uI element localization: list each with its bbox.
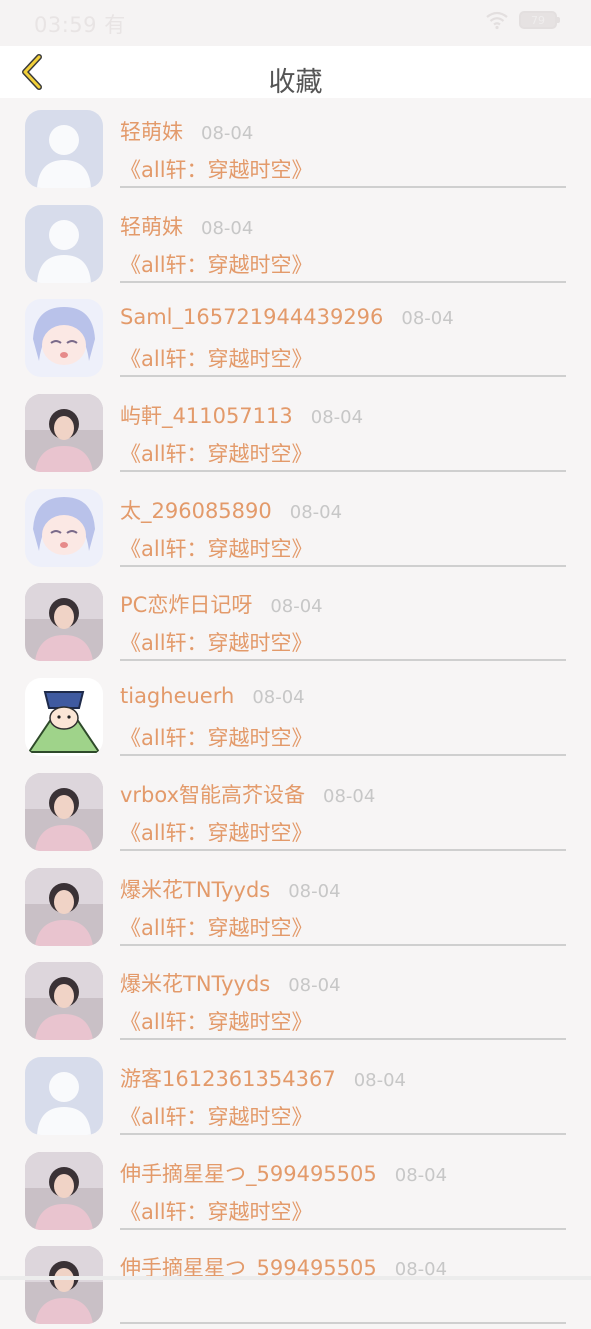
favorite-item[interactable]: vrbox智能高芥设备 08-04 《all轩：穿越时空》 bbox=[0, 761, 591, 856]
item-header: PC恋炸日记呀 08-04 bbox=[120, 589, 323, 619]
user-avatar[interactable] bbox=[25, 488, 103, 567]
book-title[interactable]: 《all轩：穿越时空》 bbox=[120, 533, 313, 563]
book-title[interactable]: 《all轩：穿越时空》 bbox=[120, 154, 313, 184]
status-time-text: 03:59 bbox=[34, 13, 98, 37]
item-header: vrbox智能高芥设备 08-04 bbox=[120, 779, 375, 809]
favorite-item[interactable]: 太_296085890 08-04 《all轩：穿越时空》 bbox=[0, 477, 591, 572]
favorite-date: 08-04 bbox=[323, 785, 376, 807]
favorites-list: 轻萌妹 08-04 《all轩：穿越时空》 轻萌妹 08-04 《all轩：穿越时空》 Sa… bbox=[0, 98, 591, 1329]
user-name[interactable]: 伸手摘星星つ_599495505 bbox=[120, 1158, 377, 1188]
item-divider bbox=[120, 754, 566, 757]
user-avatar[interactable] bbox=[25, 583, 103, 662]
status-time-suffix: 有 bbox=[104, 13, 126, 37]
user-avatar[interactable] bbox=[25, 1151, 103, 1230]
item-divider bbox=[120, 659, 566, 662]
favorite-date: 08-04 bbox=[394, 1164, 448, 1186]
book-title[interactable]: 《all轩：穿越时空》 bbox=[120, 249, 313, 279]
favorite-date: 08-04 bbox=[288, 975, 341, 997]
user-name[interactable]: PC恋炸日记呀 bbox=[120, 589, 252, 619]
favorite-item[interactable]: 爆米花TNTyyds 08-04 《all轩：穿越时空》 bbox=[0, 856, 591, 951]
user-avatar[interactable] bbox=[25, 867, 103, 946]
favorite-date: 08-04 bbox=[270, 596, 323, 618]
user-name[interactable]: 游客1612361354367 bbox=[120, 1063, 336, 1093]
favorite-date: 08-04 bbox=[288, 880, 341, 902]
book-title[interactable]: 《all轩：穿越时空》 bbox=[120, 1101, 313, 1131]
item-divider bbox=[120, 1038, 566, 1041]
user-avatar[interactable] bbox=[25, 299, 103, 378]
item-divider bbox=[120, 375, 566, 378]
item-divider bbox=[120, 470, 566, 473]
user-avatar[interactable] bbox=[25, 204, 103, 283]
favorite-item[interactable]: 伸手摘星星つ_599495505 08-04 bbox=[0, 1234, 591, 1329]
header-bar: 收藏 bbox=[0, 46, 591, 98]
battery-icon: 79 bbox=[519, 11, 560, 29]
book-title[interactable]: 《all轩：穿越时空》 bbox=[120, 1006, 313, 1036]
item-header: 屿軒_411057113 08-04 bbox=[120, 400, 363, 430]
book-title[interactable]: 《all轩：穿越时空》 bbox=[120, 438, 313, 468]
favorite-item[interactable]: 轻萌妹 08-04 《all轩：穿越时空》 bbox=[0, 98, 591, 193]
favorite-item[interactable]: tiagheuerh 08-04 《all轩：穿越时空》 bbox=[0, 666, 591, 761]
item-divider bbox=[120, 1322, 566, 1325]
book-title[interactable]: 《all轩：穿越时空》 bbox=[120, 912, 313, 942]
item-divider bbox=[120, 186, 566, 188]
user-name[interactable]: 屿軒_411057113 bbox=[120, 400, 293, 430]
status-icons: 79 bbox=[485, 10, 560, 30]
item-header: 伸手摘星星つ_599495505 08-04 bbox=[120, 1158, 447, 1188]
favorite-item[interactable]: 屿軒_411057113 08-04 《all轩：穿越时空》 bbox=[0, 382, 591, 477]
user-avatar[interactable] bbox=[25, 962, 103, 1041]
item-header: 太_296085890 08-04 bbox=[120, 495, 342, 525]
item-divider bbox=[120, 564, 566, 567]
bottom-edge bbox=[0, 1276, 591, 1280]
item-header: 游客1612361354367 08-04 bbox=[120, 1063, 406, 1093]
item-header: 爆米花TNTyyds 08-04 bbox=[120, 968, 341, 998]
book-title[interactable]: 《all轩：穿越时空》 bbox=[120, 1196, 313, 1226]
status-bar: 03:59 有 79 bbox=[0, 0, 591, 46]
user-name[interactable]: tiagheuerh bbox=[120, 684, 234, 708]
favorite-item[interactable]: Saml_165721944439296 08-04 《all轩：穿越时空》 bbox=[0, 287, 591, 382]
favorite-item[interactable]: 伸手摘星星つ_599495505 08-04 《all轩：穿越时空》 bbox=[0, 1140, 591, 1235]
book-title[interactable]: 《all轩：穿越时空》 bbox=[120, 343, 313, 373]
user-name[interactable]: vrbox智能高芥设备 bbox=[120, 779, 305, 809]
user-name[interactable]: 轻萌妹 bbox=[120, 116, 183, 146]
user-name[interactable]: 轻萌妹 bbox=[120, 211, 183, 241]
wifi-icon bbox=[486, 11, 508, 30]
book-title[interactable]: 《all轩：穿越时空》 bbox=[120, 817, 313, 847]
user-name[interactable]: 太_296085890 bbox=[120, 495, 272, 525]
user-avatar[interactable] bbox=[25, 772, 103, 851]
item-divider bbox=[120, 1132, 566, 1135]
user-name[interactable]: 爆米花TNTyyds bbox=[120, 874, 270, 904]
favorite-item[interactable]: 爆米花TNTyyds 08-04 《all轩：穿越时空》 bbox=[0, 950, 591, 1045]
favorite-date: 08-04 bbox=[201, 123, 254, 144]
book-title[interactable]: 《all轩：穿越时空》 bbox=[120, 722, 313, 752]
favorite-item[interactable]: PC恋炸日记呀 08-04 《all轩：穿越时空》 bbox=[0, 571, 591, 666]
favorite-date: 08-04 bbox=[289, 501, 343, 523]
user-avatar[interactable] bbox=[25, 394, 103, 473]
user-avatar[interactable] bbox=[25, 110, 103, 188]
item-divider bbox=[120, 848, 566, 851]
user-name[interactable]: Saml_165721944439296 bbox=[120, 305, 383, 329]
item-header: 轻萌妹 08-04 bbox=[120, 211, 253, 241]
favorite-date: 08-04 bbox=[353, 1069, 407, 1091]
item-header: 轻萌妹 08-04 bbox=[120, 116, 253, 146]
user-name[interactable]: 爆米花TNTyyds bbox=[120, 968, 270, 998]
book-title[interactable]: 《all轩：穿越时空》 bbox=[120, 627, 313, 657]
item-divider bbox=[120, 1227, 566, 1230]
user-avatar[interactable] bbox=[25, 678, 103, 757]
favorite-item[interactable]: 轻萌妹 08-04 《all轩：穿越时空》 bbox=[0, 193, 591, 288]
item-header: 爆米花TNTyyds 08-04 bbox=[120, 874, 341, 904]
favorite-date: 08-04 bbox=[252, 687, 305, 709]
item-header: tiagheuerh 08-04 bbox=[120, 684, 305, 708]
page-title: 收藏 bbox=[268, 67, 323, 98]
user-avatar[interactable] bbox=[25, 1246, 103, 1325]
battery-level: 79 bbox=[531, 13, 545, 27]
item-divider bbox=[120, 943, 566, 946]
item-divider bbox=[120, 280, 566, 283]
favorite-date: 08-04 bbox=[401, 308, 454, 330]
item-header: Saml_165721944439296 08-04 bbox=[120, 305, 454, 329]
favorite-date: 08-04 bbox=[310, 407, 364, 429]
user-avatar[interactable] bbox=[25, 1056, 103, 1135]
status-time: 03:59 有 bbox=[34, 9, 126, 39]
favorite-item[interactable]: 游客1612361354367 08-04 《all轩：穿越时空》 bbox=[0, 1045, 591, 1140]
favorite-date: 08-04 bbox=[201, 217, 254, 239]
